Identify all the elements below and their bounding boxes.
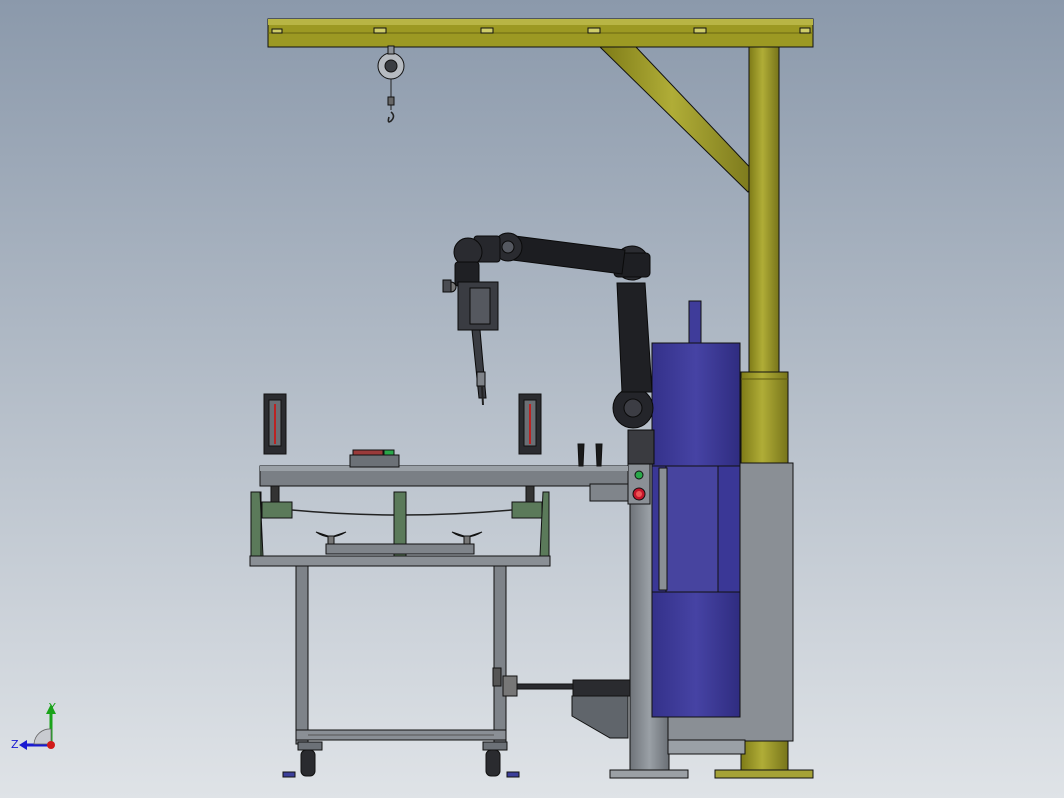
controller-cabinet[interactable] xyxy=(651,300,741,718)
triad-y-label: Y xyxy=(48,701,56,714)
top-plate xyxy=(349,454,400,468)
table-top[interactable] xyxy=(249,555,551,567)
robot-base[interactable] xyxy=(627,429,655,465)
crane-mast[interactable] xyxy=(748,45,780,375)
assembly-drawing[interactable]: Y Z xyxy=(0,0,1064,798)
table-leg-right xyxy=(493,565,507,745)
triad-x-axis xyxy=(47,741,55,749)
table-leg-left xyxy=(295,565,309,745)
cad-viewport[interactable]: Y Z xyxy=(0,0,1064,798)
start-button-green[interactable] xyxy=(634,470,644,480)
crane-base-plate[interactable] xyxy=(714,769,814,779)
cabinet-top-stub xyxy=(688,300,702,344)
right-clamp-pad[interactable] xyxy=(511,501,543,519)
triad-z-label: Z xyxy=(11,738,19,751)
left-clamp-pad[interactable] xyxy=(261,501,293,519)
